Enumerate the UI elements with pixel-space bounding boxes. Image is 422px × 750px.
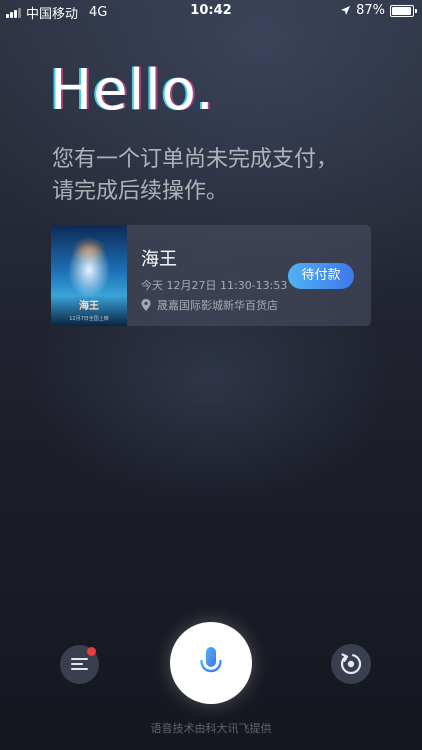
movie-poster: 海王 12月7日全国上映 (51, 225, 127, 326)
poster-title: 海王 (79, 301, 99, 312)
microphone-icon (200, 647, 222, 680)
showtime: 今天 12月27日 11:30-13:53 (141, 279, 288, 292)
notification-dot (87, 647, 96, 656)
replay-icon (340, 653, 362, 675)
voice-input-button[interactable] (170, 622, 252, 704)
greeting-message-line1: 您有一个订单尚未完成支付， (52, 147, 339, 172)
battery-fill (392, 6, 412, 15)
menu-button[interactable] (60, 645, 99, 684)
location-arrow-icon (341, 6, 351, 15)
status-right: 87% (340, 3, 417, 18)
greeting-title: Hello. (50, 58, 215, 123)
pending-payment-button[interactable]: 待付款 (288, 263, 354, 289)
location-pin-icon (141, 299, 151, 311)
poster-fine-print: 12月7日全国上映 (69, 316, 109, 322)
status-bar: 中国移动 4G 10:42 87% (0, 0, 422, 22)
order-card[interactable]: 海王 12月7日全国上映 海王 今天 12月27日 11:30-13:53 晟嘉… (51, 225, 371, 326)
cinema-name: 晟嘉国际影城新华百货店 (157, 299, 278, 312)
replay-button[interactable] (331, 644, 371, 684)
voice-tech-credit: 语音技术由科大讯飞提供 (150, 722, 272, 735)
battery-icon (390, 4, 417, 17)
greeting-message-line2: 请完成后续操作。 (52, 179, 229, 204)
greeting-message: 您有一个订单尚未完成支付， 请完成后续操作。 (52, 144, 382, 208)
cinema-location: 晟嘉国际影城新华百货店 (141, 297, 278, 313)
movie-title: 海王 (141, 249, 177, 270)
battery-percent: 87% (356, 3, 385, 18)
menu-icon (71, 658, 88, 671)
